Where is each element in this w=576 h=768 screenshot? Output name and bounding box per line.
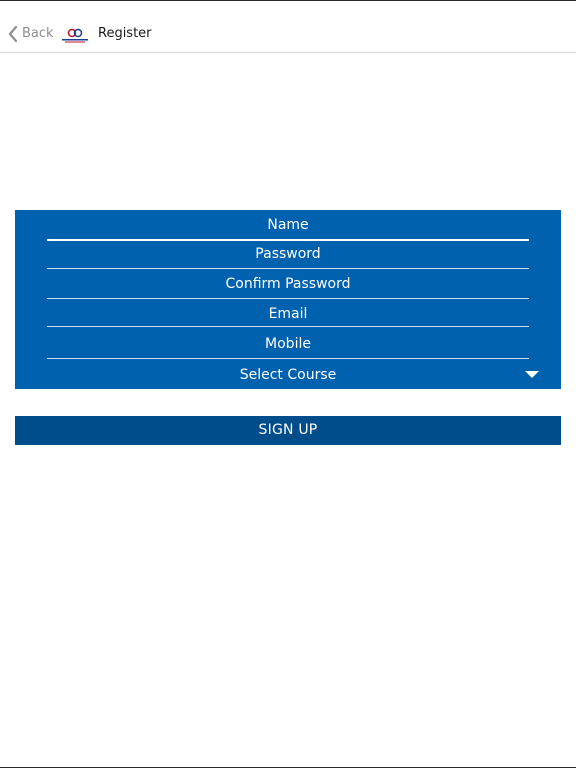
back-label: Back <box>22 26 54 41</box>
triangle-down-icon[interactable] <box>524 369 540 379</box>
course-select[interactable]: Select Course <box>47 361 529 389</box>
confirm-password-underline <box>47 298 529 299</box>
navigation-bar: Back Register <box>0 1 576 53</box>
signup-button[interactable]: SIGN UP <box>15 416 561 445</box>
mobile-underline <box>47 358 529 359</box>
email-underline <box>47 326 529 327</box>
name-field[interactable]: Name <box>47 211 529 239</box>
confirm-password-field[interactable]: Confirm Password <box>47 270 529 298</box>
registration-form: Name Password Confirm Password Email Mob… <box>15 210 561 389</box>
password-field[interactable]: Password <box>47 240 529 268</box>
back-button[interactable]: Back <box>8 23 54 45</box>
mobile-field[interactable]: Mobile <box>47 330 529 358</box>
academy-logo-icon <box>61 28 89 44</box>
page-title: Register <box>98 26 152 41</box>
email-field[interactable]: Email <box>47 300 529 328</box>
chevron-left-icon <box>8 25 18 43</box>
password-underline <box>47 268 529 269</box>
